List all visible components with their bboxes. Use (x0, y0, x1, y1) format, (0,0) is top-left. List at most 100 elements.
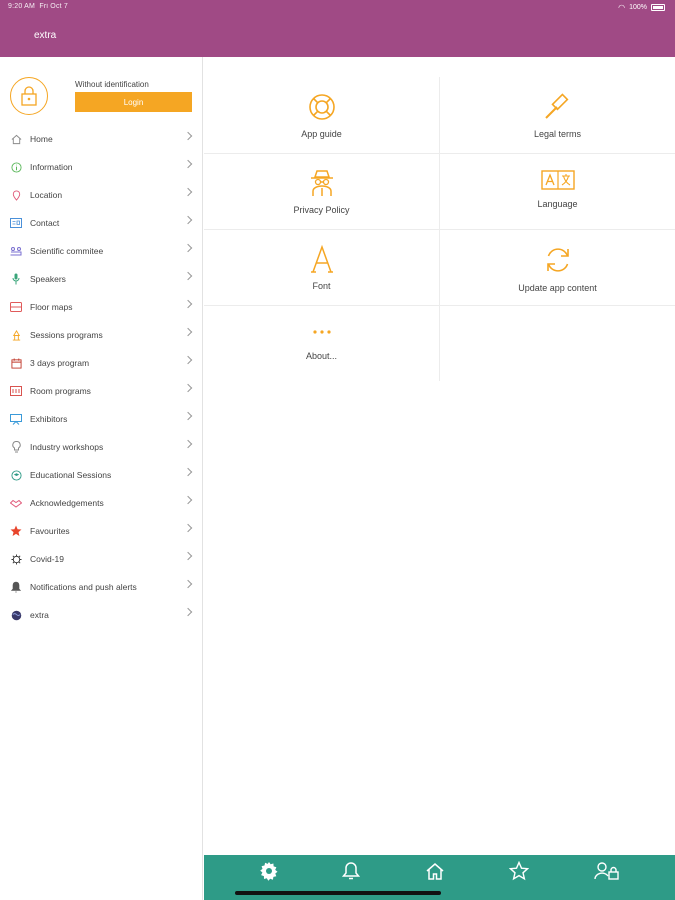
chevron-right-icon (183, 523, 193, 533)
language-tile[interactable]: Language (440, 133, 675, 209)
star-icon (508, 860, 530, 886)
sidebar-item-label: Exhibitors (30, 414, 68, 424)
page-title: extra (34, 30, 57, 41)
sidebar-item-label: 3 days program (30, 358, 90, 368)
exhibitors-icon (10, 413, 22, 425)
sidebar-item-exhibitors[interactable]: Exhibitors (0, 405, 203, 433)
home-indicator (235, 891, 441, 895)
privacy-policy-tile[interactable]: Privacy Policy (204, 133, 439, 215)
chevron-right-icon (183, 271, 193, 281)
sidebar-item-favourites[interactable]: Favourites (0, 517, 203, 545)
bell-icon (10, 581, 22, 593)
tile-label: Update app content (518, 283, 597, 293)
handshake-icon (10, 497, 22, 509)
sidebar-item-notifications[interactable]: Notifications and push alerts (0, 573, 203, 601)
sidebar-item-location[interactable]: Location (0, 181, 203, 209)
tab-notifications[interactable] (336, 861, 366, 885)
sidebar-item-label: Favourites (30, 526, 70, 536)
chevron-right-icon (183, 299, 193, 309)
status-time-date: 9:20 AM Fri Oct 7 (8, 3, 68, 10)
sidebar-item-contact[interactable]: Contact (0, 209, 203, 237)
sidebar-item-sessions-programs[interactable]: Sessions programs (0, 321, 203, 349)
info-icon (10, 161, 22, 173)
chevron-right-icon (183, 383, 193, 393)
status-time: 9:20 AM (8, 3, 36, 10)
globe-icon (10, 609, 22, 621)
chevron-right-icon (183, 215, 193, 225)
sidebar-item-3-days-program[interactable]: 3 days program (0, 349, 203, 377)
user-lock-icon (594, 861, 620, 886)
chevron-right-icon (183, 187, 193, 197)
chevron-right-icon (183, 243, 193, 253)
sidebar: Without identification Login Home Inform… (0, 57, 203, 900)
sidebar-item-scientific-committee[interactable]: Scientific commitee (0, 237, 203, 265)
sidebar-item-label: extra (30, 610, 49, 620)
sidebar-item-industry-workshops[interactable]: Industry workshops (0, 433, 203, 461)
chevron-right-icon (183, 327, 193, 337)
sidebar-item-home[interactable]: Home (0, 125, 203, 153)
update-app-content-tile[interactable]: Update app content (440, 209, 675, 293)
lightbulb-icon (10, 441, 22, 453)
sidebar-item-label: Educational Sessions (30, 470, 112, 480)
font-icon (310, 245, 334, 273)
tab-settings[interactable] (254, 861, 284, 885)
sidebar-item-label: Home (30, 134, 53, 144)
lifebuoy-icon (308, 93, 336, 121)
sidebar-item-acknowledgements[interactable]: Acknowledgements (0, 489, 203, 517)
refresh-icon (543, 245, 573, 275)
home-icon (10, 133, 22, 145)
virus-icon (10, 553, 22, 565)
sidebar-item-label: Scientific commitee (30, 246, 104, 256)
committee-icon (10, 245, 22, 257)
sidebar-item-label: Industry workshops (30, 442, 104, 452)
profile-section: Without identification Login (0, 57, 202, 127)
tab-account[interactable] (592, 861, 622, 885)
tab-favourites[interactable] (504, 860, 534, 886)
sidebar-item-floor-maps[interactable]: Floor maps (0, 293, 203, 321)
identification-status: Without identification (75, 80, 149, 89)
battery-percent: 100% (629, 4, 647, 11)
sidebar-item-label: Floor maps (30, 302, 73, 312)
sessions-icon (10, 329, 22, 341)
legal-terms-tile[interactable]: Legal terms (440, 57, 675, 139)
location-pin-icon (10, 189, 22, 201)
sidebar-item-label: Notifications and push alerts (30, 582, 137, 592)
chevron-right-icon (183, 439, 193, 449)
chevron-right-icon (183, 579, 193, 589)
sidebar-item-educational-sessions[interactable]: Educational Sessions (0, 461, 203, 489)
room-icon (10, 385, 22, 397)
chevron-right-icon (183, 607, 193, 617)
bell-icon (341, 861, 361, 886)
login-button[interactable]: Login (75, 92, 192, 112)
chevron-right-icon (183, 495, 193, 505)
sidebar-item-label: Contact (30, 218, 60, 228)
chevron-right-icon (183, 551, 193, 561)
app-header: 9:20 AM Fri Oct 7 ◠ 100% extra (0, 0, 675, 57)
status-date: Fri Oct 7 (39, 3, 69, 10)
sidebar-item-label: Covid-19 (30, 554, 65, 564)
tile-label: Language (537, 199, 578, 209)
sidebar-item-label: Information (30, 162, 73, 172)
gavel-icon (543, 93, 573, 121)
status-indicators: ◠ 100% (618, 3, 665, 12)
sidebar-item-information[interactable]: Information (0, 153, 203, 181)
tab-home[interactable] (420, 861, 450, 885)
sidebar-item-room-programs[interactable]: Room programs (0, 377, 203, 405)
more-dots-icon (312, 321, 332, 343)
sidebar-menu: Home Information Location Contact Scient… (0, 125, 203, 629)
sidebar-item-covid-19[interactable]: Covid-19 (0, 545, 203, 573)
sidebar-item-speakers[interactable]: Speakers (0, 265, 203, 293)
tile-label: About... (305, 351, 338, 361)
about-tile[interactable]: About... (204, 285, 439, 361)
sidebar-item-label: Sessions programs (30, 330, 103, 340)
chevron-right-icon (183, 159, 193, 169)
font-tile[interactable]: Font (204, 209, 439, 291)
education-icon (10, 469, 22, 481)
sidebar-item-extra[interactable]: extra (0, 601, 203, 629)
battery-icon (651, 4, 665, 11)
microphone-icon (10, 273, 22, 285)
spy-icon (309, 169, 335, 197)
chevron-right-icon (183, 355, 193, 365)
sidebar-item-label: Location (30, 190, 63, 200)
app-guide-tile[interactable]: App guide (204, 57, 439, 139)
